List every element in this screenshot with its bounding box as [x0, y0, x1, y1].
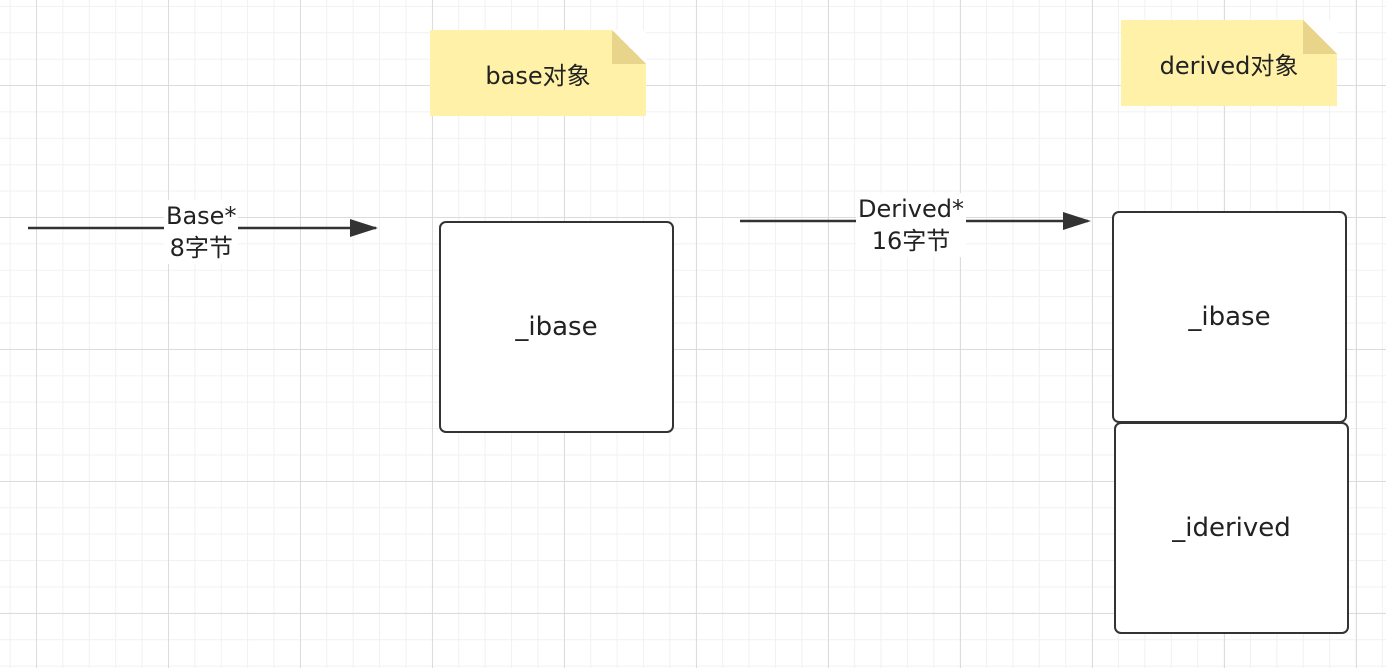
base-object-note[interactable]: base对象 [430, 30, 646, 116]
derived-ibase-box[interactable]: _ibase [1112, 211, 1347, 423]
note-fold-icon [1303, 20, 1337, 54]
base-ibase-label: _ibase [515, 312, 598, 342]
base-ibase-box[interactable]: _ibase [439, 221, 674, 433]
derived-iderived-label: _iderived [1172, 513, 1291, 543]
derived-iderived-box[interactable]: _iderived [1114, 422, 1349, 634]
base-pointer-size: 8字节 [169, 234, 233, 262]
derived-object-note[interactable]: derived对象 [1121, 20, 1337, 106]
derived-pointer-label[interactable]: Derived* 16字节 [856, 193, 966, 257]
derived-pointer-type: Derived* [858, 195, 964, 223]
note-fold-icon [612, 30, 646, 64]
base-pointer-type: Base* [166, 202, 237, 230]
derived-pointer-size: 16字节 [871, 227, 951, 255]
base-object-note-label: base对象 [485, 61, 591, 90]
derived-ibase-label: _ibase [1188, 302, 1271, 332]
derived-pointer-arrowhead [1063, 212, 1091, 230]
base-pointer-label[interactable]: Base* 8字节 [164, 200, 239, 264]
derived-object-note-label: derived对象 [1159, 51, 1299, 80]
base-pointer-arrowhead [350, 219, 378, 237]
